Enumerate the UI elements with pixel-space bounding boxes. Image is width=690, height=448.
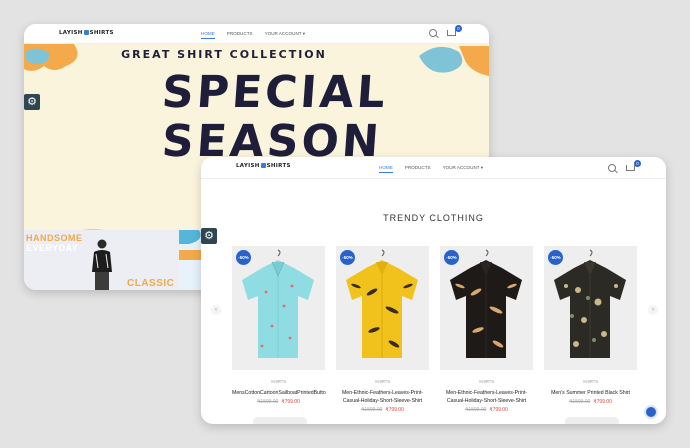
sale-price: ₹799.00 [489, 407, 508, 413]
shirt-image [346, 249, 418, 358]
product-category[interactable]: SHIRTS [440, 379, 533, 384]
section-title: TRENDY CLOTHING [383, 213, 484, 223]
shirt-image [450, 249, 522, 358]
nav-account[interactable]: YOUR ACCOUNT ▾ [443, 165, 484, 171]
settings-gear-icon[interactable]: ⚙ [24, 94, 40, 110]
product-image[interactable]: -50% [336, 246, 429, 370]
product-category[interactable]: SHIRTS [336, 379, 429, 384]
hero-headline-1: SPECIAL [160, 67, 390, 118]
tshirt-icon [260, 163, 266, 168]
nav-products[interactable]: PRODUCTS [227, 31, 253, 37]
back-navbar: LAYISH SHIRTS HOME PRODUCTS YOUR ACCOUNT … [24, 24, 489, 44]
product-price: ₹1599.00 ₹799.00 [440, 407, 533, 413]
nav-icons: 0 [608, 160, 641, 172]
old-price: ₹1599.00 [465, 407, 487, 413]
banner-text-3: CLASSIC [127, 278, 175, 289]
nav-home[interactable]: HOME [379, 165, 393, 173]
product-name[interactable]: Men-Ethnic-Feathers-Leaves-Print-Casual-… [440, 389, 533, 405]
banner-text-1: HANDSOME [26, 233, 83, 243]
discount-badge: -50% [236, 250, 251, 265]
product-name[interactable]: Men's Summer Printed Black Shirt [544, 389, 637, 397]
settings-gear-icon[interactable]: ⚙ [201, 228, 217, 244]
old-price: ₹1599.00 [257, 399, 279, 405]
cart-count-badge: 0 [455, 25, 462, 32]
logo-text-left: LAYISH [236, 163, 260, 169]
search-icon[interactable] [608, 163, 616, 172]
site-logo[interactable]: LAYISH SHIRTS [59, 30, 114, 36]
hero-tagline: GREAT SHIRT COLLECTION [121, 48, 327, 61]
product-name[interactable]: MensCottonCartoonSailboatPrintedButto [232, 389, 326, 397]
discount-badge: -50% [444, 250, 459, 265]
logo-text-left: LAYISH [59, 30, 83, 36]
cart-icon[interactable]: 0 [446, 25, 462, 37]
discount-badge: -50% [548, 250, 563, 265]
search-icon[interactable] [429, 28, 437, 37]
sale-price: ₹799.00 [385, 407, 404, 413]
carousel-next-button[interactable]: › [648, 305, 658, 315]
product-card[interactable]: -50% SHIRTS Men-Ethnic-Feathers-Leaves-P… [336, 246, 429, 413]
product-price: ₹1599.00 ₹799.00 [232, 399, 325, 405]
nav-account[interactable]: YOUR ACCOUNT ▾ [265, 31, 306, 37]
site-logo[interactable]: LAYISH SHIRTS [236, 163, 291, 169]
product-carousel: -50% SHIRTS MensCottonCartoonSailboatPri… [232, 246, 637, 413]
product-price: ₹1599.00 ₹799.00 [336, 407, 429, 413]
product-image[interactable]: -50% [232, 246, 325, 370]
sale-price: ₹799.00 [281, 399, 300, 405]
product-card[interactable]: -50% SHIRTS MensCottonCartoonSailboatPri… [232, 246, 326, 413]
logo-text-right: SHIRTS [266, 163, 291, 169]
add-to-cart-button[interactable] [565, 417, 619, 424]
main-menu: HOME PRODUCTS YOUR ACCOUNT ▾ [379, 165, 484, 173]
front-navbar: LAYISH SHIRTS HOME PRODUCTS YOUR ACCOUNT … [201, 157, 666, 179]
product-category[interactable]: SHIRTS [544, 379, 637, 384]
model-photo [92, 239, 112, 290]
shirt-image [554, 249, 626, 358]
product-card[interactable]: -50% SHIRTS Men's Summer Printed Black S… [544, 246, 637, 413]
nav-products[interactable]: PRODUCTS [405, 165, 431, 171]
carousel-prev-button[interactable]: ‹ [211, 305, 221, 315]
nav-icons: 0 [429, 25, 462, 37]
add-to-cart-button[interactable] [253, 417, 307, 424]
old-price: ₹1599.00 [361, 407, 383, 413]
banner-text-2: EVERYDAY [26, 243, 79, 253]
tshirt-icon [83, 30, 89, 35]
nav-home[interactable]: HOME [201, 31, 215, 39]
old-price: ₹1599.00 [569, 399, 591, 405]
main-menu: HOME PRODUCTS YOUR ACCOUNT ▾ [201, 31, 306, 39]
product-card[interactable]: -50% SHIRTS Men-Ethnic-Feathers-Leaves-P… [440, 246, 533, 413]
cart-icon[interactable]: 0 [625, 160, 641, 172]
product-image[interactable]: -50% [440, 246, 533, 370]
sale-price: ₹799.00 [593, 399, 612, 405]
product-image[interactable]: -50% [544, 246, 637, 370]
collection-banner[interactable]: HANDSOME EVERYDAY CLASSIC [24, 230, 179, 290]
cart-count-badge: 0 [634, 160, 641, 167]
front-browser-window: LAYISH SHIRTS HOME PRODUCTS YOUR ACCOUNT … [201, 157, 666, 424]
product-name[interactable]: Men-Ethnic-Feathers-Leaves-Print-Casual-… [336, 389, 429, 405]
shirt-image [242, 249, 314, 358]
product-price: ₹1599.00 ₹799.00 [544, 399, 637, 405]
product-category[interactable]: SHIRTS [232, 379, 325, 384]
logo-text-right: SHIRTS [89, 30, 114, 36]
chat-widget-icon[interactable] [644, 405, 658, 419]
discount-badge: -50% [340, 250, 355, 265]
